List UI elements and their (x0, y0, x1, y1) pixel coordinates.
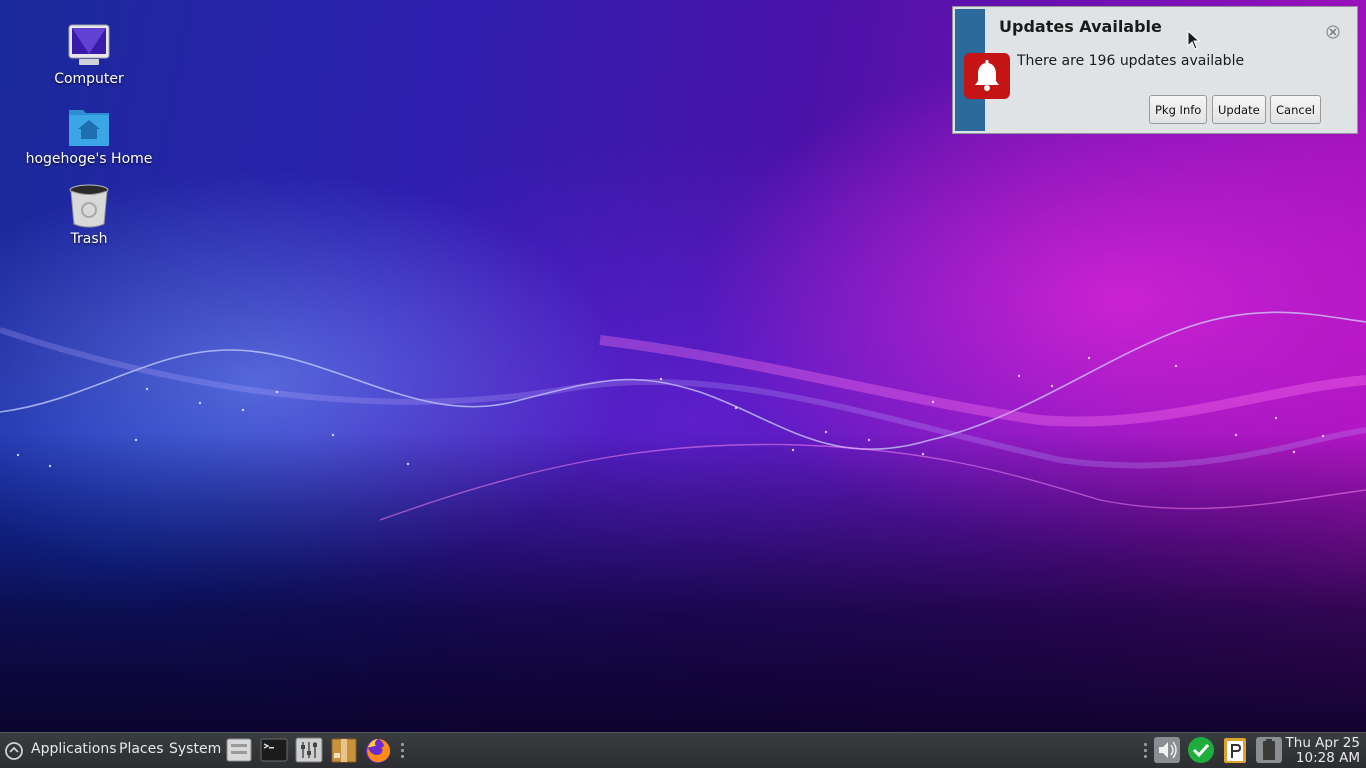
home-folder-icon (69, 110, 109, 146)
desktop-icon-trash[interactable]: Trash (19, 184, 159, 247)
clipboard-parcellite-icon[interactable] (1221, 736, 1249, 764)
applications-menu[interactable]: Applications (31, 741, 117, 757)
update-check-icon[interactable] (1187, 736, 1215, 764)
package-archive-icon[interactable] (330, 736, 358, 764)
notification-message: There are 196 updates available (1017, 53, 1245, 69)
notification-title: Updates Available (999, 17, 1162, 36)
menu-logo-icon[interactable] (4, 741, 24, 761)
power-battery-icon[interactable] (1255, 736, 1283, 764)
updates-notification: Updates Available There are 196 updates … (952, 6, 1358, 134)
clock[interactable]: Thu Apr 25 10:28 AM (1286, 736, 1360, 766)
settings-sliders-icon[interactable] (295, 736, 323, 764)
desktop-icon-label: hogehoge's Home (25, 151, 153, 167)
system-menu[interactable]: System (169, 741, 221, 757)
desktop-icon-computer[interactable]: Computer (19, 24, 159, 87)
panel-grip-handle[interactable] (1144, 743, 1147, 759)
clock-time: 10:28 AM (1295, 750, 1360, 766)
desktop-icon-label: Computer (54, 71, 124, 87)
cancel-button[interactable]: Cancel (1270, 95, 1321, 124)
close-icon[interactable] (1325, 24, 1341, 40)
taskbar-panel: Applications Places System Thu Apr 25 10… (0, 732, 1366, 768)
places-menu[interactable]: Places (119, 741, 164, 757)
file-manager-icon[interactable] (225, 736, 253, 764)
panel-grip-handle[interactable] (401, 743, 404, 759)
volume-icon[interactable] (1153, 736, 1181, 764)
mouse-cursor-icon (1187, 30, 1201, 50)
clock-date: Thu Apr 25 (1285, 735, 1360, 751)
trash-can-icon (69, 184, 109, 228)
terminal-icon[interactable] (260, 736, 288, 764)
bell-icon (964, 53, 1010, 99)
update-button[interactable]: Update (1212, 95, 1266, 124)
desktop-icon-home[interactable]: hogehoge's Home (19, 104, 159, 167)
pkg-info-button[interactable]: Pkg Info (1149, 95, 1208, 124)
computer-monitor-icon (68, 24, 110, 65)
desktop-icon-label: Trash (70, 231, 108, 247)
firefox-icon[interactable] (364, 736, 392, 764)
